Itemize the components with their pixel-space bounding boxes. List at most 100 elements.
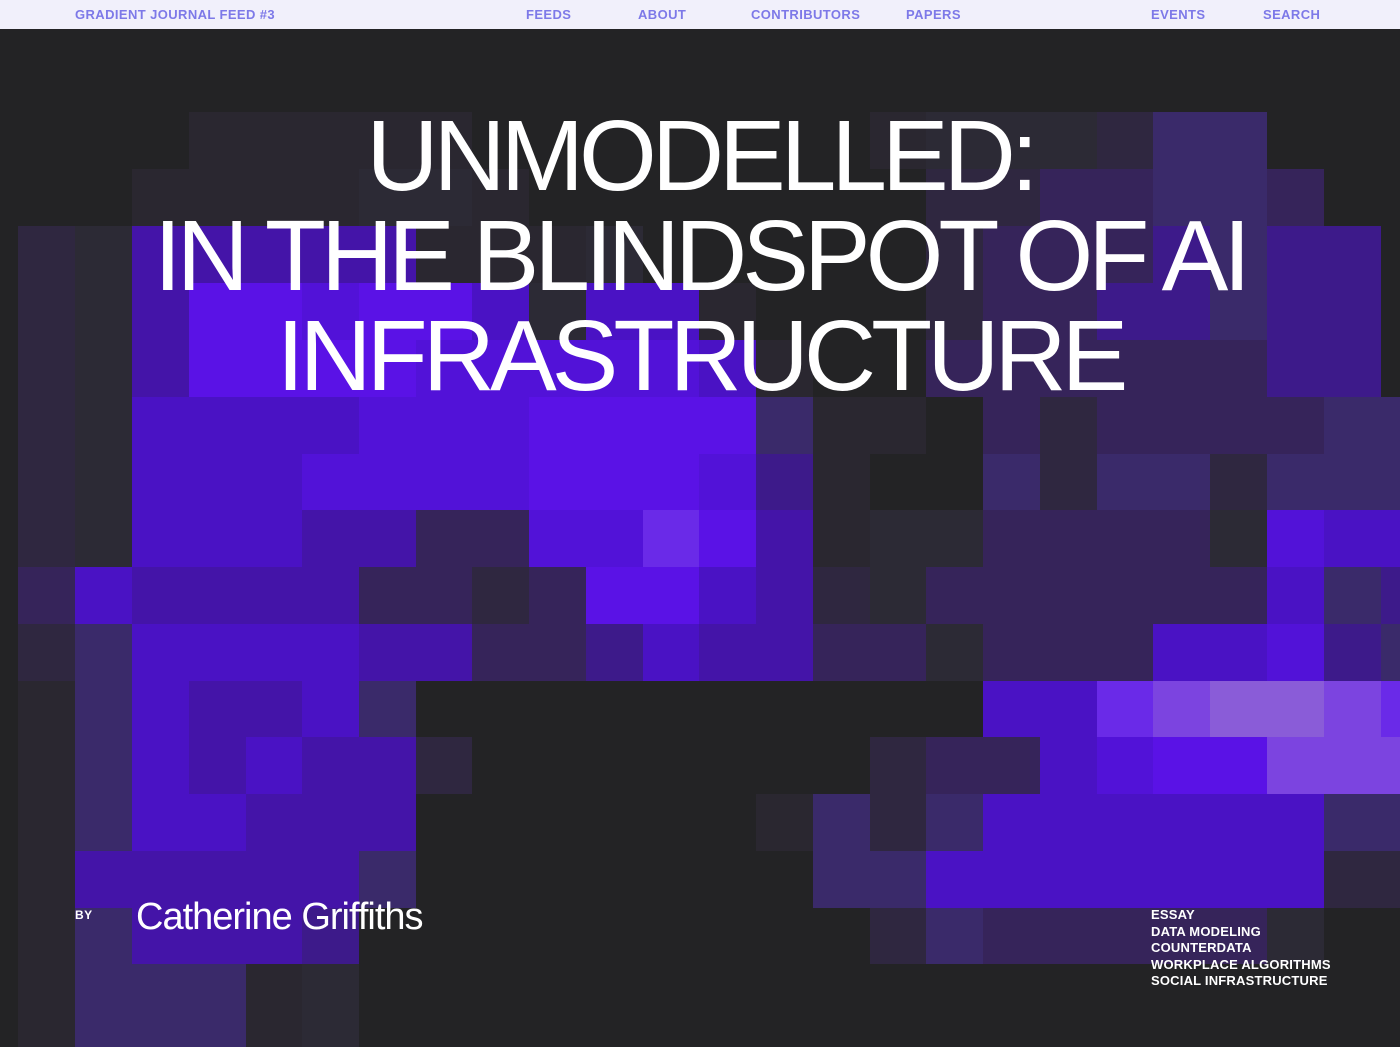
mosaic-tile [813, 567, 871, 625]
mosaic-tile [870, 737, 927, 795]
mosaic-tile [983, 964, 1041, 1047]
mosaic-tile [699, 454, 757, 511]
mosaic-tile [699, 794, 757, 852]
mosaic-tile [1210, 510, 1268, 568]
nav-link-papers[interactable]: PAPERS [906, 7, 961, 22]
author-link[interactable]: Catherine Griffiths [136, 896, 424, 939]
mosaic-tile [756, 454, 814, 511]
mosaic-tile [18, 737, 76, 795]
mosaic-tile [1267, 851, 1325, 909]
mosaic-tile [529, 794, 587, 852]
mosaic-tile [18, 851, 76, 909]
mosaic-tile [0, 510, 19, 568]
mosaic-tile [529, 964, 587, 1047]
byline-label: BY [75, 908, 93, 922]
mosaic-tile [699, 737, 757, 795]
mosaic-tile [1153, 737, 1211, 795]
mosaic-tile [586, 681, 644, 738]
mosaic-tile [0, 737, 19, 795]
mosaic-tile [189, 29, 247, 113]
tag-link-social-infrastructure[interactable]: SOCIAL INFRASTRUCTURE [1151, 973, 1331, 990]
title-line-2: IN THE BLINDSPOT OF AI [153, 200, 1251, 312]
mosaic-tile [926, 908, 984, 965]
mosaic-tile [189, 510, 247, 568]
title-line-3: INFRASTRUCTURE [276, 300, 1129, 412]
tag-link-workplace-algorithms[interactable]: WORKPLACE ALGORITHMS [1151, 957, 1331, 974]
mosaic-tile [1324, 737, 1382, 795]
mosaic-tile [870, 454, 927, 511]
mosaic-tile [246, 624, 303, 682]
nav-link-about[interactable]: ABOUT [638, 7, 686, 22]
mosaic-tile [18, 908, 76, 965]
mosaic-tile [643, 454, 700, 511]
mosaic-tile [1040, 624, 1098, 682]
mosaic-tile [1040, 567, 1098, 625]
mosaic-tile [189, 681, 247, 738]
mosaic-tile [926, 454, 984, 511]
mosaic-tile [643, 624, 700, 682]
mosaic-tile [870, 908, 927, 965]
mosaic-tile [18, 624, 76, 682]
mosaic-tile [529, 908, 587, 965]
mosaic-tile [1381, 851, 1400, 909]
mosaic-tile [132, 454, 190, 511]
mosaic-tile [0, 794, 19, 852]
mosaic-tile [416, 567, 473, 625]
mosaic-tile [132, 567, 190, 625]
mosaic-tile [699, 567, 757, 625]
mosaic-tile [0, 681, 19, 738]
nav-link-contributors[interactable]: CONTRIBUTORS [751, 7, 860, 22]
mosaic-tile [1381, 681, 1400, 738]
mosaic-tile [1097, 794, 1154, 852]
mosaic-tile [586, 794, 644, 852]
mosaic-tile [416, 851, 473, 909]
tag-item: SOCIAL INFRASTRUCTURE [1151, 973, 1331, 990]
mosaic-tile [1040, 29, 1098, 113]
mosaic-tile [18, 794, 76, 852]
mosaic-tile [1381, 964, 1400, 1047]
tag-link-data-modeling[interactable]: DATA MODELING [1151, 924, 1331, 941]
mosaic-tile [1381, 454, 1400, 511]
nav-brand-link[interactable]: GRADIENT JOURNAL FEED #3 [75, 7, 275, 22]
mosaic-tile [1040, 737, 1098, 795]
mosaic-tile [756, 794, 814, 852]
mosaic-tile [1210, 794, 1268, 852]
mosaic-tile [1097, 737, 1154, 795]
mosaic-tile [529, 510, 587, 568]
mosaic-tile [472, 454, 530, 511]
tag-link-essay[interactable]: ESSAY [1151, 907, 1331, 924]
mosaic-tile [1381, 624, 1400, 682]
mosaic-tile [983, 624, 1041, 682]
mosaic-tile [1040, 908, 1098, 965]
mosaic-tile [1097, 624, 1154, 682]
mosaic-tile [472, 794, 530, 852]
mosaic-tile [1097, 454, 1154, 511]
mosaic-tile [756, 567, 814, 625]
mosaic-tile [472, 624, 530, 682]
mosaic-tile [416, 454, 473, 511]
nav-link-events[interactable]: EVENTS [1151, 7, 1205, 22]
mosaic-tile [18, 510, 76, 568]
mosaic-tile [416, 510, 473, 568]
mosaic-tile [870, 794, 927, 852]
mosaic-tile [756, 510, 814, 568]
mosaic-tile [586, 510, 644, 568]
nav-link-feeds[interactable]: FEEDS [526, 7, 571, 22]
mosaic-tile [699, 681, 757, 738]
mosaic-tile [1210, 737, 1268, 795]
mosaic-tile [983, 737, 1041, 795]
tag-link-counterdata[interactable]: COUNTERDATA [1151, 940, 1331, 957]
mosaic-tile [416, 964, 473, 1047]
mosaic-tile [643, 851, 700, 909]
mosaic-tile [75, 964, 133, 1047]
nav-link-search[interactable]: SEARCH [1263, 7, 1320, 22]
mosaic-tile [643, 908, 700, 965]
mosaic-tile [586, 454, 644, 511]
mosaic-tile [699, 624, 757, 682]
mosaic-tile [0, 908, 19, 965]
mosaic-tile [699, 908, 757, 965]
mosaic-tile [699, 964, 757, 1047]
mosaic-tile [699, 851, 757, 909]
mosaic-tile [926, 964, 984, 1047]
mosaic-tile [1267, 624, 1325, 682]
